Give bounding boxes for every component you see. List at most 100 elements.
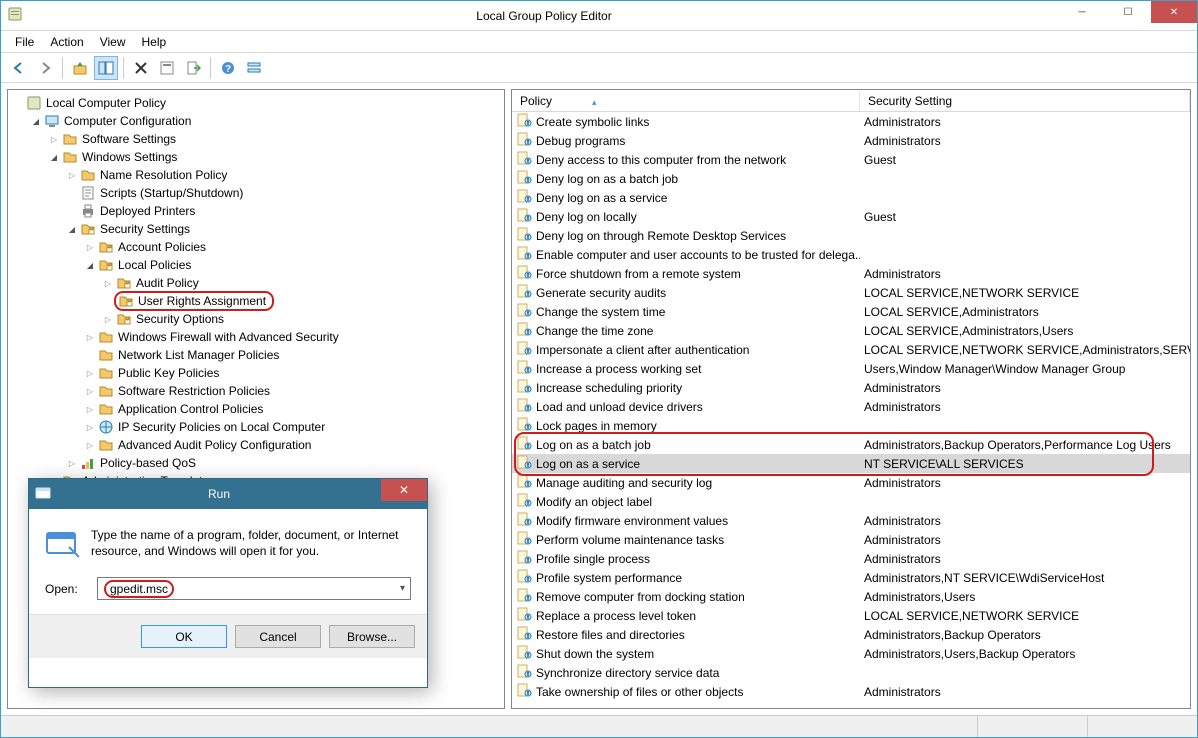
- show-hide-tree-button[interactable]: [94, 56, 118, 80]
- tree-item[interactable]: Policy-based QoS: [12, 454, 500, 472]
- maximize-button[interactable]: ☐: [1105, 1, 1151, 23]
- browse-button[interactable]: Browse...: [329, 625, 415, 648]
- delete-button[interactable]: [129, 56, 153, 80]
- list-row[interactable]: Increase a process working setUsers,Wind…: [512, 359, 1191, 378]
- run-close-button[interactable]: ✕: [381, 479, 427, 501]
- ok-button[interactable]: OK: [141, 625, 227, 648]
- tree-item[interactable]: Network List Manager Policies: [12, 346, 500, 364]
- list-row[interactable]: Modify an object label: [512, 492, 1191, 511]
- forward-button[interactable]: [33, 56, 57, 80]
- list-row[interactable]: Modify firmware environment valuesAdmini…: [512, 511, 1191, 530]
- list-row[interactable]: Deny log on through Remote Desktop Servi…: [512, 226, 1191, 245]
- list-row[interactable]: Create symbolic linksAdministrators: [512, 112, 1191, 131]
- close-button[interactable]: ✕: [1151, 1, 1197, 23]
- list-row[interactable]: Log on as a serviceNT SERVICE\ALL SERVIC…: [512, 454, 1191, 473]
- menu-action[interactable]: Action: [44, 33, 89, 51]
- tree-item[interactable]: Windows Firewall with Advanced Security: [12, 328, 500, 346]
- tree-item[interactable]: Audit Policy: [12, 274, 500, 292]
- list-row[interactable]: Deny access to this computer from the ne…: [512, 150, 1191, 169]
- help-button[interactable]: ?: [216, 56, 240, 80]
- list-row[interactable]: Manage auditing and security logAdminist…: [512, 473, 1191, 492]
- list-row[interactable]: Take ownership of files or other objects…: [512, 682, 1191, 701]
- tree-twisty-icon[interactable]: [84, 368, 96, 379]
- properties-button[interactable]: [155, 56, 179, 80]
- list-pane[interactable]: Policy▴ Security Setting Create symbolic…: [511, 89, 1191, 709]
- list-row[interactable]: Shut down the systemAdministrators,Users…: [512, 644, 1191, 663]
- menu-help[interactable]: Help: [136, 33, 173, 51]
- cancel-button[interactable]: Cancel: [235, 625, 321, 648]
- setting-cell: LOCAL SERVICE,Administrators: [860, 305, 1191, 319]
- list-row[interactable]: Profile system performanceAdministrators…: [512, 568, 1191, 587]
- tree-twisty-icon[interactable]: [84, 332, 96, 343]
- list-row[interactable]: Debug programsAdministrators: [512, 131, 1191, 150]
- policy-label: Force shutdown from a remote system: [536, 267, 741, 281]
- back-button[interactable]: [7, 56, 31, 80]
- tree-twisty-icon[interactable]: [84, 404, 96, 415]
- list-row[interactable]: Force shutdown from a remote systemAdmin…: [512, 264, 1191, 283]
- tree-item[interactable]: Application Control Policies: [12, 400, 500, 418]
- policy-label: Modify firmware environment values: [536, 514, 728, 528]
- list-row[interactable]: Profile single processAdministrators: [512, 549, 1191, 568]
- tree-twisty-icon[interactable]: [84, 422, 96, 433]
- tree-item[interactable]: Windows Settings: [12, 148, 500, 166]
- list-row[interactable]: Change the time zoneLOCAL SERVICE,Admini…: [512, 321, 1191, 340]
- list-row[interactable]: Deny log on locallyGuest: [512, 207, 1191, 226]
- menu-file[interactable]: File: [9, 33, 40, 51]
- tree-twisty-icon[interactable]: [48, 134, 60, 145]
- policy-label: Perform volume maintenance tasks: [536, 533, 724, 547]
- tree-item[interactable]: Scripts (Startup/Shutdown): [12, 184, 500, 202]
- tree-item[interactable]: Name Resolution Policy: [12, 166, 500, 184]
- setting-cell: Administrators: [860, 381, 1191, 395]
- list-row[interactable]: Remove computer from docking stationAdmi…: [512, 587, 1191, 606]
- tree-twisty-icon[interactable]: [84, 242, 96, 253]
- tree-item[interactable]: Deployed Printers: [12, 202, 500, 220]
- list-row[interactable]: Perform volume maintenance tasksAdminist…: [512, 530, 1191, 549]
- tree-twisty-icon[interactable]: [102, 278, 114, 289]
- column-policy[interactable]: Policy▴: [512, 91, 860, 111]
- policy-icon: [516, 625, 532, 644]
- list-row[interactable]: Generate security auditsLOCAL SERVICE,NE…: [512, 283, 1191, 302]
- list-row[interactable]: Deny log on as a service: [512, 188, 1191, 207]
- up-button[interactable]: [68, 56, 92, 80]
- tree-item[interactable]: Local Policies: [12, 256, 500, 274]
- minimize-button[interactable]: ─: [1059, 1, 1105, 23]
- list-row[interactable]: Impersonate a client after authenticatio…: [512, 340, 1191, 359]
- tree-twisty-icon[interactable]: [66, 170, 78, 181]
- tree-twisty-icon[interactable]: [84, 386, 96, 397]
- run-open-combobox[interactable]: gpedit.msc ▾: [97, 577, 411, 600]
- policy-icon: [516, 644, 532, 663]
- list-row[interactable]: Enable computer and user accounts to be …: [512, 245, 1191, 264]
- tree-twisty-icon[interactable]: [102, 314, 114, 325]
- tree-item[interactable]: Security Settings: [12, 220, 500, 238]
- tree-twisty-icon[interactable]: [30, 116, 42, 127]
- list-row[interactable]: Synchronize directory service data: [512, 663, 1191, 682]
- tree-twisty-icon[interactable]: [84, 440, 96, 451]
- tree-item[interactable]: Software Restriction Policies: [12, 382, 500, 400]
- tree-twisty-icon[interactable]: [66, 224, 78, 235]
- list-row[interactable]: Restore files and directoriesAdministrat…: [512, 625, 1191, 644]
- list-row[interactable]: Load and unload device driversAdministra…: [512, 397, 1191, 416]
- list-row[interactable]: Increase scheduling priorityAdministrato…: [512, 378, 1191, 397]
- column-setting[interactable]: Security Setting: [860, 91, 1190, 111]
- filter-button[interactable]: [242, 56, 266, 80]
- menu-view[interactable]: View: [94, 33, 132, 51]
- tree-item[interactable]: Security Options: [12, 310, 500, 328]
- tree-item[interactable]: Account Policies: [12, 238, 500, 256]
- list-row[interactable]: Change the system timeLOCAL SERVICE,Admi…: [512, 302, 1191, 321]
- policy-icon: [516, 568, 532, 587]
- list-row[interactable]: Deny log on as a batch job: [512, 169, 1191, 188]
- list-row[interactable]: Replace a process level tokenLOCAL SERVI…: [512, 606, 1191, 625]
- tree-twisty-icon[interactable]: [48, 152, 60, 163]
- tree-item[interactable]: Public Key Policies: [12, 364, 500, 382]
- list-row[interactable]: Log on as a batch jobAdministrators,Back…: [512, 435, 1191, 454]
- list-row[interactable]: Lock pages in memory: [512, 416, 1191, 435]
- tree-item[interactable]: Computer Configuration: [12, 112, 500, 130]
- tree-twisty-icon[interactable]: [66, 458, 78, 469]
- tree-item[interactable]: Local Computer Policy: [12, 94, 500, 112]
- tree-item[interactable]: User Rights Assignment: [12, 292, 500, 310]
- tree-twisty-icon[interactable]: [84, 260, 96, 271]
- export-button[interactable]: [181, 56, 205, 80]
- tree-item[interactable]: Software Settings: [12, 130, 500, 148]
- tree-item[interactable]: IP Security Policies on Local Computer: [12, 418, 500, 436]
- tree-item[interactable]: Advanced Audit Policy Configuration: [12, 436, 500, 454]
